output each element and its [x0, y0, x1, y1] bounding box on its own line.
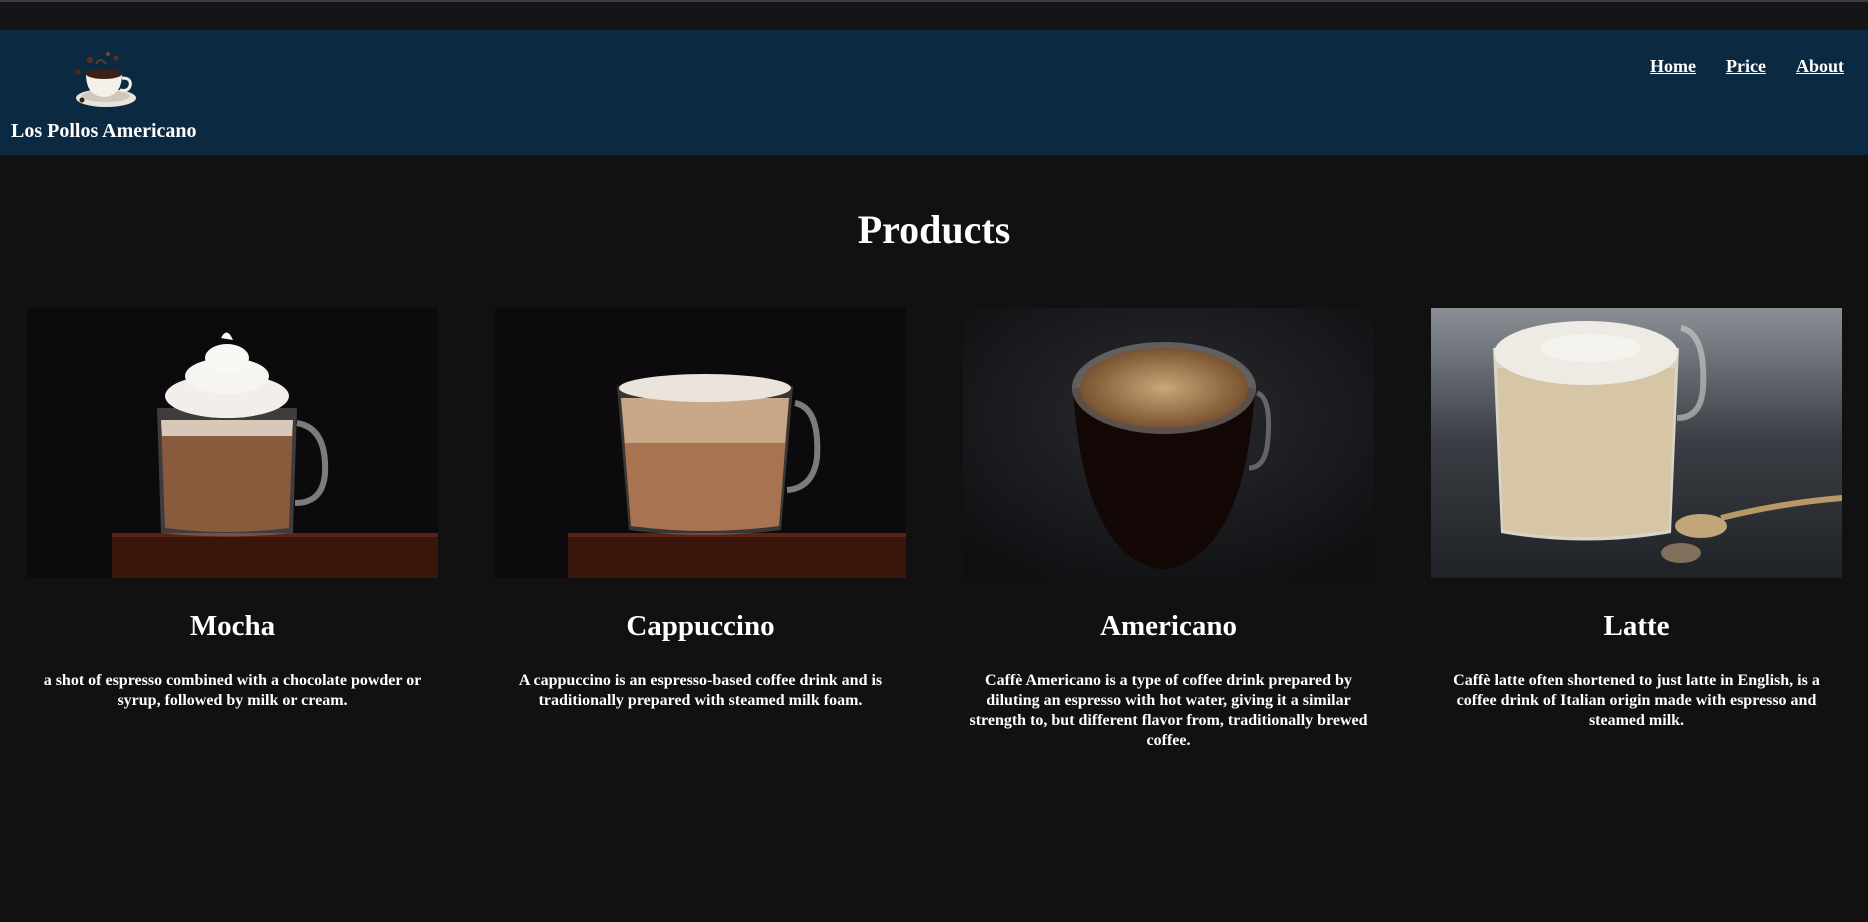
nav-about-link[interactable]: About — [1796, 56, 1844, 77]
site-header: Los Pollos Americano Home Price About — [0, 30, 1868, 155]
product-name: Cappuccino — [626, 610, 775, 642]
americano-mug-image — [963, 308, 1374, 578]
brand-name: Los Pollos Americano — [11, 120, 197, 142]
product-name: Mocha — [189, 610, 276, 642]
latte-mug-image — [1431, 308, 1842, 578]
product-name: Americano — [1100, 610, 1237, 642]
main-nav: Home Price About — [1650, 56, 1844, 77]
product-card-cappuccino: Cappuccino A cappuccino is an espresso-b… — [495, 308, 906, 751]
page-title: Products — [857, 207, 1011, 252]
cappuccino-mug-image — [495, 308, 906, 578]
product-card-latte: Latte Caffè latte often shortened to jus… — [1431, 308, 1842, 751]
nav-home-link[interactable]: Home — [1650, 56, 1696, 77]
product-name: Latte — [1603, 610, 1670, 642]
coffee-cup-icon[interactable] — [70, 50, 140, 112]
mocha-mug-image — [27, 308, 438, 578]
product-card-mocha: Mocha a shot of espresso combined with a… — [27, 308, 438, 751]
browser-top-strip — [0, 0, 1868, 30]
product-grid: Mocha a shot of espresso combined with a… — [27, 308, 1842, 751]
product-description: a shot of espresso combined with a choco… — [43, 672, 422, 709]
product-description: Caffè latte often shortened to just latt… — [1453, 672, 1820, 729]
product-description: Caffè Americano is a type of coffee drin… — [969, 672, 1368, 749]
nav-price-link[interactable]: Price — [1726, 56, 1766, 77]
product-card-americano: Americano Caffè Americano is a type of c… — [963, 308, 1374, 751]
product-description: A cappuccino is an espresso-based coffee… — [518, 672, 883, 709]
